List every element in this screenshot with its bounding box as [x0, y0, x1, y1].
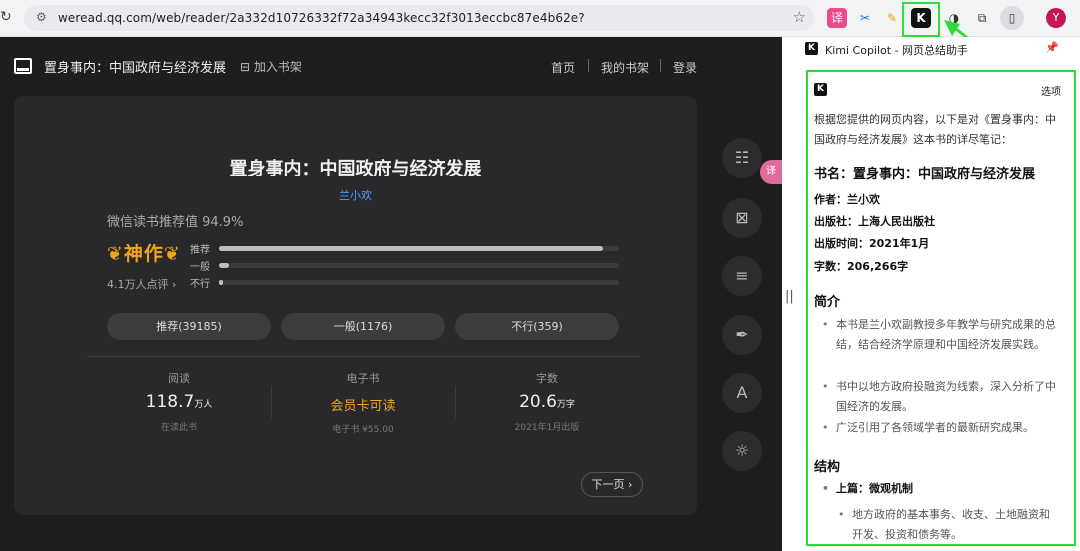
- bar-fill-average: [219, 263, 229, 268]
- url-text[interactable]: weread.qq.com/web/reader/2a332d10726332f…: [58, 11, 585, 25]
- stat-divider: [271, 386, 272, 418]
- reload-icon[interactable]: ↻: [0, 9, 12, 25]
- bar-label-recommend: 推荐: [190, 245, 210, 256]
- bar-label-average: 一般: [190, 262, 210, 273]
- next-page-label: 下一页: [591, 478, 625, 491]
- bar-fill-recommend: [219, 246, 603, 251]
- card-divider: [87, 356, 640, 357]
- bar-track-bad: [219, 280, 619, 285]
- kimi-logo-icon: K: [814, 83, 827, 96]
- book-icon: [14, 58, 32, 74]
- side-panel-icon[interactable]: ▯: [1000, 6, 1024, 30]
- panel-resize-handle[interactable]: ||: [785, 289, 794, 304]
- book-info-card: 置身事内：中国政府与经济发展 兰小欢 微信读书推荐值 94.9% ❦神作❦ 4.…: [14, 96, 697, 515]
- hide-notes-icon[interactable]: ⊠: [722, 198, 762, 238]
- site-info-icon[interactable]: ⚙: [36, 10, 47, 24]
- book-heading: 书名：置身事内：中国政府与经济发展: [814, 167, 1036, 182]
- bar-track-recommend: [219, 246, 619, 251]
- stat-readers-sub: 在读此书: [160, 423, 197, 433]
- pen-icon[interactable]: ✒: [722, 315, 762, 355]
- profile-avatar[interactable]: Y: [1046, 8, 1066, 28]
- stat-words-value: 20.6万字: [472, 392, 622, 412]
- options-button[interactable]: 选项: [1041, 83, 1061, 98]
- stat-readers: 阅读 118.7万人 在读此书: [104, 370, 254, 433]
- bar-fill-bad: [219, 280, 223, 285]
- date-line: 出版时间：2021年1月: [814, 237, 930, 250]
- stat-words-key: 字数: [536, 372, 558, 385]
- yellow-extension-icon[interactable]: ✎: [882, 8, 902, 28]
- nav-home-link[interactable]: 首页: [551, 59, 575, 76]
- scissors-extension-icon[interactable]: ✂: [855, 8, 875, 28]
- book-title: 置身事内：中国政府与经济发展: [229, 159, 482, 176]
- stat-words-number: 20.6: [519, 392, 557, 412]
- stat-ebook-sub: 电子书 ¥55.00: [332, 425, 394, 435]
- structure-subitem-text: 地方政府的基本事务、收支、土地融资和开发、投资和债务等。: [852, 508, 1050, 541]
- stat-readers-value: 118.7万人: [104, 392, 254, 412]
- structure-part: 上篇：微观机制: [822, 479, 1057, 499]
- nav-shelf-link[interactable]: 我的书架: [601, 59, 649, 76]
- vote-bad-button[interactable]: 不行(359): [455, 313, 619, 340]
- kimi-summary-panel: K 选项 根据您提供的网页内容，以下是对《置身事内：中国政府与经济发展》这本书的…: [806, 70, 1076, 546]
- pin-icon[interactable]: 📌: [1045, 41, 1059, 54]
- reader-header: 置身事内：中国政府与经济发展 ⊟ 加入书架 首页 我的书架 登录: [0, 37, 782, 95]
- translate-extension-icon[interactable]: 译: [827, 8, 847, 28]
- vote-recommend-button[interactable]: 推荐(39185): [107, 313, 271, 340]
- summary-item-text: 本书是兰小欢副教授多年教学与研究成果的总结，结合经济学原理和中国经济发展实践。: [836, 318, 1056, 351]
- structure-part-text: 上篇：微观机制: [836, 482, 913, 495]
- font-icon[interactable]: A: [722, 373, 762, 413]
- review-count-link[interactable]: 4.1万人点评 ›: [107, 276, 176, 292]
- address-bar[interactable]: ⚙ weread.qq.com/web/reader/2a332d1072633…: [24, 5, 814, 31]
- bar-label-bad: 不行: [190, 279, 210, 290]
- summary-item: 书中以地方政府投融资为线索，深入分析了中国经济的发展。: [822, 377, 1057, 417]
- side-panel-header: K Kimi Copilot - 网页总结助手 📌: [805, 37, 1080, 65]
- add-to-shelf-button[interactable]: ⊟ 加入书架: [240, 58, 302, 75]
- stat-ebook-key: 电子书: [346, 372, 380, 385]
- recommend-value: 微信读书推荐值 94.9%: [107, 215, 244, 230]
- brightness-icon[interactable]: ☼: [722, 431, 762, 471]
- structure-subitem: 地方政府的基本事务、收支、土地融资和开发、投资和债务等。: [838, 505, 1053, 544]
- stat-readers-number: 118.7: [145, 392, 195, 412]
- kimi-extension-highlight: [902, 2, 940, 37]
- summary-heading: 简介: [814, 295, 841, 310]
- rating-badge-label: 神作: [123, 243, 164, 265]
- bookmark-star-icon[interactable]: ☆: [793, 8, 806, 26]
- rating-badge: ❦神作❦: [107, 243, 181, 265]
- publisher-line: 出版社：上海人民出版社: [814, 215, 935, 228]
- nav-login-link[interactable]: 登录: [673, 59, 697, 76]
- nav-divider: [660, 59, 661, 72]
- reader-pane: 置身事内：中国政府与经济发展 ⊟ 加入书架 首页 我的书架 登录 置身事内：中国…: [0, 37, 782, 551]
- stat-ebook-value: 会员卡可读: [330, 399, 396, 414]
- bar-track-average: [219, 263, 619, 268]
- structure-heading: 结构: [814, 460, 841, 475]
- vote-average-button[interactable]: 一般(1176): [281, 313, 445, 340]
- kimi-logo-icon: K: [805, 42, 818, 55]
- author-line: 作者：兰小欢: [814, 193, 880, 206]
- words-line: 字数：206,266字: [814, 260, 909, 273]
- reader-book-title: 置身事内：中国政府与经济发展: [44, 61, 227, 76]
- review-count-text: 4.1万人点评: [107, 278, 169, 291]
- stat-ebook[interactable]: 电子书 会员卡可读 电子书 ¥55.00: [288, 370, 438, 435]
- menu-icon[interactable]: ≡: [722, 256, 762, 296]
- summary-intro: 根据您提供的网页内容，以下是对《置身事内：中国政府与经济发展》这本书的详尽笔记：: [814, 113, 1056, 146]
- summary-item: 本书是兰小欢副教授多年教学与研究成果的总结，结合经济学原理和中国经济发展实践。: [822, 315, 1057, 355]
- stat-words-sub: 2021年1月出版: [514, 423, 580, 433]
- next-page-button[interactable]: 下一页 ›: [581, 472, 643, 497]
- summary-item: 广泛引用了各领域学者的最新研究成果。: [822, 418, 1057, 438]
- author-link[interactable]: 兰小欢: [14, 187, 697, 203]
- stat-readers-key: 阅读: [168, 372, 190, 385]
- translate-float-icon[interactable]: 译: [760, 160, 782, 184]
- summary-item-text: 书中以地方政府投融资为线索，深入分析了中国经济的发展。: [836, 380, 1056, 413]
- side-panel-title: Kimi Copilot - 网页总结助手: [825, 44, 969, 57]
- stat-words-unit: 万字: [556, 400, 575, 410]
- contents-icon[interactable]: ☷: [722, 138, 762, 178]
- stat-readers-unit: 万人: [194, 400, 213, 410]
- nav-divider: [588, 59, 589, 72]
- stat-words: 字数 20.6万字 2021年1月出版: [472, 370, 622, 433]
- add-to-shelf-label: 加入书架: [253, 60, 302, 74]
- summary-item-text: 广泛引用了各领域学者的最新研究成果。: [836, 421, 1034, 434]
- stat-divider: [455, 386, 456, 418]
